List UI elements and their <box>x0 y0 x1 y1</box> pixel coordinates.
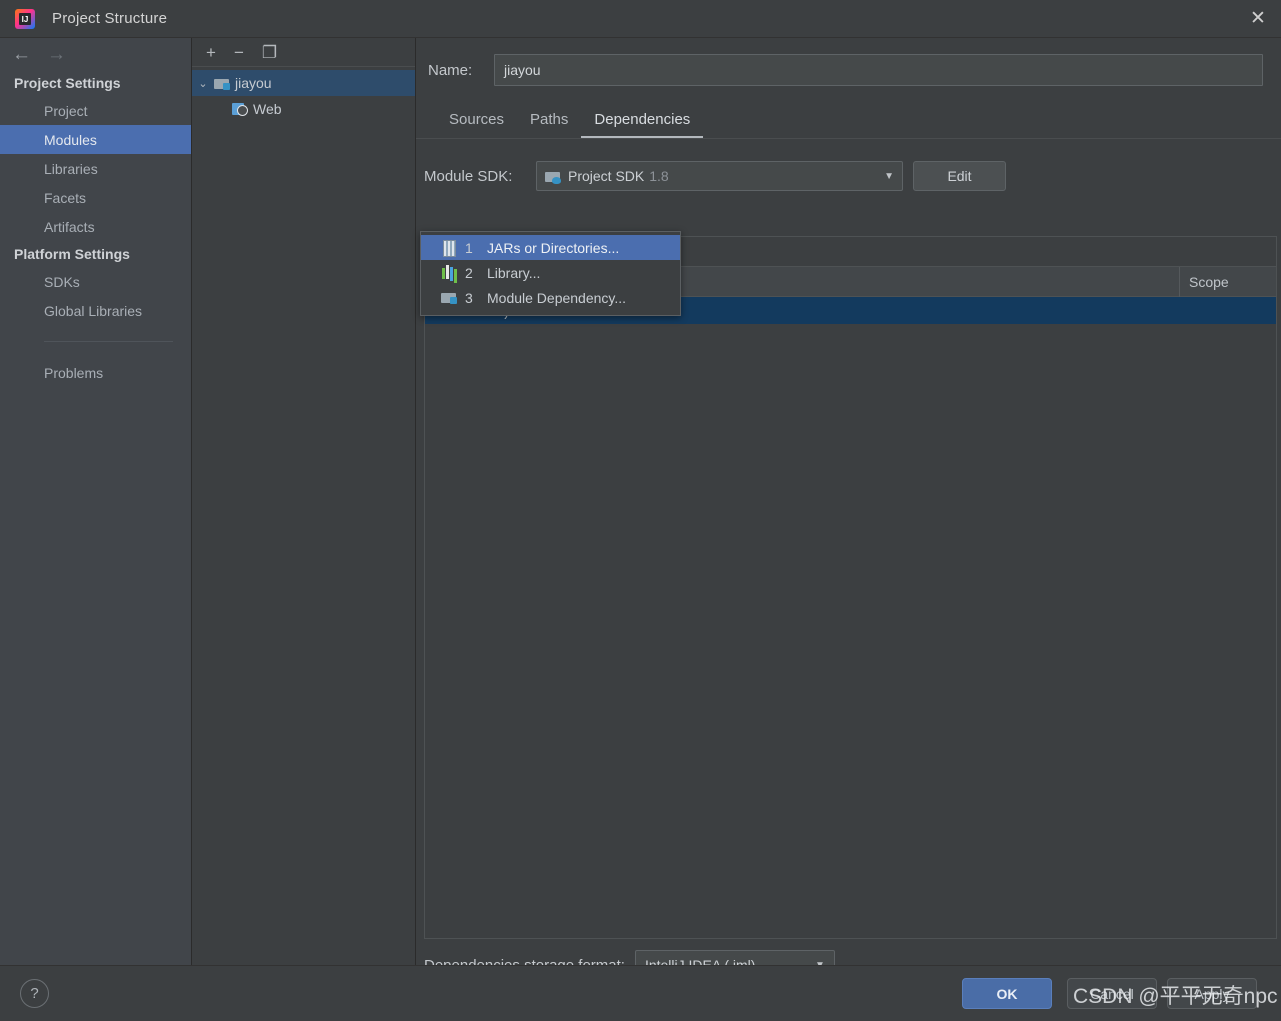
tree-item-web[interactable]: Web <box>192 96 415 122</box>
tab-paths[interactable]: Paths <box>517 111 581 138</box>
sidebar-item-label: Artifacts <box>44 218 95 235</box>
module-icon <box>441 290 457 305</box>
navigation-arrows: ← → <box>0 38 191 70</box>
chevron-down-icon[interactable]: ⌄ <box>192 77 214 90</box>
sidebar-item-label: Facets <box>44 189 87 206</box>
menu-item-number: 1 <box>465 239 473 256</box>
group-header-platform-settings: Platform Settings <box>14 246 130 262</box>
sidebar-item-label: Problems <box>44 364 104 381</box>
back-arrow-icon[interactable]: ← <box>12 45 31 64</box>
tab-sources[interactable]: Sources <box>436 111 517 138</box>
tab-dependencies[interactable]: Dependencies <box>581 111 704 138</box>
module-tabs: Sources Paths Dependencies <box>416 106 1281 138</box>
tree-item-label: jiayou <box>235 75 272 91</box>
add-module-button[interactable]: + <box>206 44 216 61</box>
web-facet-icon <box>232 102 248 116</box>
library-icon <box>441 265 457 280</box>
sidebar-item-project[interactable]: Project <box>0 96 191 125</box>
module-sdk-label: Module SDK: <box>424 167 513 185</box>
sidebar-item-sdks[interactable]: SDKs <box>0 267 191 296</box>
menu-item-library[interactable]: 2 Library... <box>421 260 680 285</box>
sidebar-item-label: Modules <box>44 131 97 148</box>
module-icon <box>214 76 230 90</box>
module-name-row: Name: jiayou <box>416 38 1281 86</box>
sidebar-item-facets[interactable]: Facets <box>0 183 191 212</box>
edit-sdk-button[interactable]: Edit <box>913 161 1006 191</box>
sidebar-item-problems[interactable]: Problems <box>0 358 191 387</box>
sidebar-item-label: SDKs <box>44 273 80 290</box>
module-tree-toolbar: + − ❐ <box>192 38 415 67</box>
jar-icon <box>441 240 457 257</box>
menu-item-module-dependency[interactable]: 3 Module Dependency... <box>421 285 680 310</box>
ok-button[interactable]: OK <box>962 978 1052 1009</box>
module-sdk-combobox[interactable]: Project SDK 1.8 ▼ <box>536 161 903 191</box>
sidebar-divider <box>44 341 173 342</box>
window-title: Project Structure <box>52 10 168 27</box>
copy-module-button[interactable]: ❐ <box>262 44 277 61</box>
menu-item-label: Module Dependency... <box>487 289 627 306</box>
module-detail-panel: Name: jiayou Sources Paths Dependencies … <box>416 38 1281 980</box>
remove-module-button[interactable]: − <box>234 44 244 61</box>
tree-item-label: Web <box>253 101 282 117</box>
menu-item-jars-or-directories[interactable]: 1 JARs or Directories... <box>421 235 680 260</box>
sdk-icon <box>545 169 561 184</box>
sidebar-item-label: Project <box>44 102 88 119</box>
chevron-down-icon[interactable]: ▼ <box>884 171 894 182</box>
help-button[interactable]: ? <box>20 979 49 1008</box>
menu-item-label: Library... <box>487 264 541 281</box>
dependencies-table-block: + − ▲ ▼ ✎ Scope rsion 1.8....) <box>424 236 1277 939</box>
module-sdk-row: Module SDK: Project SDK 1.8 ▼ Edit <box>416 139 1281 191</box>
sidebar-item-label: Global Libraries <box>44 302 143 319</box>
close-icon[interactable]: ✕ <box>1235 0 1281 37</box>
module-sdk-value: Project SDK <box>568 168 645 184</box>
menu-item-number: 3 <box>465 289 473 306</box>
watermark-text: CSDN @平平无奇npc <box>1073 985 1278 1008</box>
sidebar-item-label: Libraries <box>44 160 98 177</box>
module-name-input[interactable]: jiayou <box>494 54 1263 86</box>
sidebar-item-modules[interactable]: Modules <box>0 125 191 154</box>
sidebar-item-global-libraries[interactable]: Global Libraries <box>0 296 191 325</box>
settings-sidebar: ← → Project Settings Project Modules Lib… <box>0 38 192 965</box>
module-name-label: Name: <box>428 61 473 79</box>
add-dependency-popup-menu: 1 JARs or Directories... 2 Library... 3 … <box>420 231 681 316</box>
module-tree-panel: + − ❐ ⌄ jiayou Web <box>192 38 416 965</box>
sidebar-item-libraries[interactable]: Libraries <box>0 154 191 183</box>
menu-item-number: 2 <box>465 264 473 281</box>
intellij-idea-logo-icon: IJ <box>14 8 36 30</box>
title-bar: IJ Project Structure ✕ <box>0 0 1281 38</box>
module-sdk-version: 1.8 <box>649 168 669 184</box>
group-header-project-settings: Project Settings <box>14 75 121 91</box>
forward-arrow-icon[interactable]: → <box>47 45 66 64</box>
dialog-content: ← → Project Settings Project Modules Lib… <box>0 38 1281 980</box>
sidebar-item-artifacts[interactable]: Artifacts <box>0 212 191 241</box>
module-tree-rows: ⌄ jiayou Web <box>192 67 415 122</box>
svg-text:IJ: IJ <box>22 15 29 24</box>
column-header-scope[interactable]: Scope <box>1179 266 1276 297</box>
menu-item-label: JARs or Directories... <box>487 239 620 256</box>
tree-item-jiayou[interactable]: ⌄ jiayou <box>192 70 415 96</box>
